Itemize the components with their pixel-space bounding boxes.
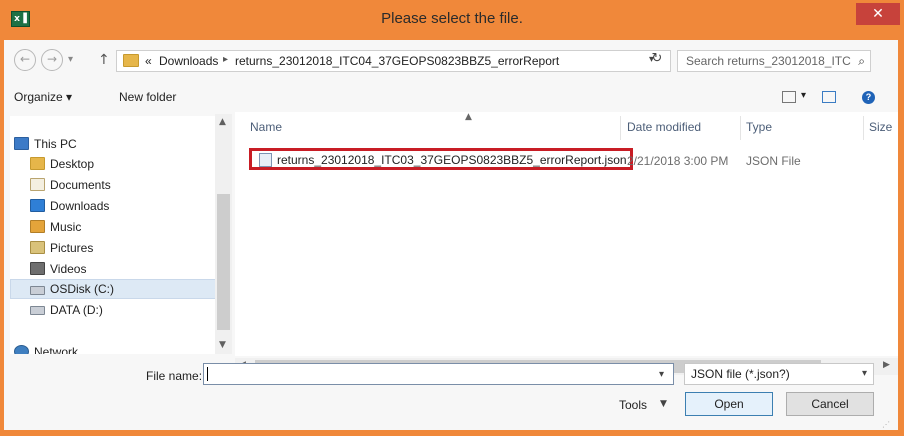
file-name-label: File name: xyxy=(146,369,203,383)
search-icon[interactable]: ⌕ xyxy=(858,54,865,69)
scroll-up-icon[interactable]: ▲ xyxy=(219,117,226,127)
address-bar[interactable]: « Downloads ▸ returns_23012018_ITC04_37G… xyxy=(116,50,671,72)
column-divider[interactable] xyxy=(620,116,621,140)
window-title: Please select the file. xyxy=(381,10,523,27)
open-button[interactable]: Open xyxy=(685,392,773,416)
nav-item-label: Downloads xyxy=(50,199,110,213)
nav-item-data-drive[interactable]: DATA (D:) xyxy=(10,300,218,320)
scroll-down-icon[interactable]: ▼ xyxy=(219,340,226,350)
breadcrumb-overflow[interactable]: « xyxy=(145,54,152,68)
scroll-right-icon[interactable]: ▶ xyxy=(883,360,890,370)
organize-button[interactable]: Organize ▾ xyxy=(14,90,72,104)
column-header-name[interactable]: Name xyxy=(250,120,282,134)
nav-item-desktop[interactable]: Desktop xyxy=(10,154,218,174)
navigation-pane[interactable]: This PC Desktop Documents Downloads Musi… xyxy=(10,116,230,354)
chevron-down-icon[interactable]: ▾ xyxy=(862,368,867,379)
file-type-filter-value: JSON file (*.json?) xyxy=(691,367,790,381)
file-type-filter-select[interactable]: JSON file (*.json?) ▾ xyxy=(684,363,874,385)
computer-icon xyxy=(14,137,29,150)
resize-grip-icon[interactable]: ⋰ xyxy=(882,420,890,429)
nav-item-network[interactable]: Network xyxy=(10,342,218,354)
forward-button[interactable]: → xyxy=(41,49,63,71)
dialog-body: ← → ▾ ↑ « Downloads ▸ returns_23012018_I… xyxy=(4,40,898,430)
file-type: JSON File xyxy=(746,154,801,168)
nav-item-label: Documents xyxy=(50,178,111,192)
documents-icon xyxy=(30,178,45,191)
file-name-dropdown-icon[interactable]: ▾ xyxy=(659,369,664,380)
scrollbar-thumb[interactable] xyxy=(217,194,230,330)
nav-item-label: DATA (D:) xyxy=(50,303,103,317)
nav-item-label: OSDisk (C:) xyxy=(50,282,114,296)
view-options-arrow-icon[interactable]: ▾ xyxy=(801,90,806,101)
drive-icon xyxy=(30,286,45,295)
nav-item-label: Pictures xyxy=(50,241,94,255)
column-divider[interactable] xyxy=(740,116,741,140)
network-icon xyxy=(14,345,29,354)
pictures-icon xyxy=(30,241,45,254)
tools-dropdown-icon[interactable]: ▼ xyxy=(660,399,667,409)
back-button[interactable]: ← xyxy=(14,49,36,71)
command-bar: Organize ▾ New folder ▾ ? xyxy=(4,82,898,110)
close-button[interactable]: ✕ xyxy=(856,3,900,25)
column-header-type[interactable]: Type xyxy=(746,120,772,134)
videos-icon xyxy=(30,262,45,275)
new-folder-button[interactable]: New folder xyxy=(119,90,176,104)
column-header-date-modified[interactable]: Date modified xyxy=(627,120,701,134)
file-row-highlighted[interactable]: returns_23012018_ITC03_37GEOPS0823BBZ5_e… xyxy=(249,148,633,170)
folder-icon xyxy=(30,157,45,170)
nav-item-music[interactable]: Music xyxy=(10,217,218,237)
preview-pane-icon[interactable] xyxy=(822,91,836,103)
navigation-pane-scrollbar[interactable]: ▲ ▼ xyxy=(215,114,232,354)
nav-item-downloads[interactable]: Downloads xyxy=(10,196,218,216)
column-header-size[interactable]: Size xyxy=(869,120,892,134)
file-date-modified: 2/21/2018 3:00 PM xyxy=(627,154,729,168)
nav-item-videos[interactable]: Videos xyxy=(10,259,218,279)
file-open-dialog: x▐ Please select the file. ✕ ← → ▾ ↑ « D… xyxy=(0,0,904,436)
breadcrumb-current-folder[interactable]: returns_23012018_ITC04_37GEOPS0823BBZ5_e… xyxy=(235,54,559,68)
breadcrumb-separator-icon[interactable]: ▸ xyxy=(223,54,228,65)
downloads-icon xyxy=(30,199,45,212)
search-box[interactable]: Search returns_23012018_ITC0... ⌕ xyxy=(677,50,871,72)
breadcrumb-downloads[interactable]: Downloads xyxy=(159,54,218,68)
nav-item-label: This PC xyxy=(34,137,77,151)
column-divider[interactable] xyxy=(863,116,864,140)
sort-ascending-icon: ▲ xyxy=(465,112,472,122)
nav-item-label: Desktop xyxy=(50,157,95,171)
search-input[interactable]: Search returns_23012018_ITC0... xyxy=(686,54,851,68)
folder-icon xyxy=(123,54,139,67)
up-one-level-button[interactable]: ↑ xyxy=(98,52,110,68)
file-list[interactable]: ▲ Name Date modified Type Size returns_2… xyxy=(235,112,898,356)
change-view-icon[interactable] xyxy=(782,91,796,103)
file-name-input[interactable] xyxy=(203,363,674,385)
help-icon[interactable]: ? xyxy=(862,91,875,104)
cancel-button[interactable]: Cancel xyxy=(786,392,874,416)
title-bar[interactable]: x▐ Please select the file. ✕ xyxy=(0,0,904,40)
recent-locations-arrow-icon[interactable]: ▾ xyxy=(68,54,73,65)
drive-icon xyxy=(30,306,45,315)
nav-item-label: Network xyxy=(34,345,79,354)
tools-button[interactable]: Tools xyxy=(619,398,647,412)
file-name: returns_23012018_ITC03_37GEOPS0823BBZ5_e… xyxy=(277,153,627,167)
music-icon xyxy=(30,220,45,233)
nav-item-pictures[interactable]: Pictures xyxy=(10,238,218,258)
nav-item-documents[interactable]: Documents xyxy=(10,175,218,195)
nav-item-osdisk[interactable]: OSDisk (C:) xyxy=(10,279,218,299)
text-caret xyxy=(207,367,208,381)
json-file-icon xyxy=(259,153,272,167)
nav-item-label: Music xyxy=(50,220,82,234)
nav-item-this-pc[interactable]: This PC xyxy=(10,134,218,154)
refresh-button[interactable]: ↻ xyxy=(644,51,670,71)
nav-item-label: Videos xyxy=(50,262,87,276)
